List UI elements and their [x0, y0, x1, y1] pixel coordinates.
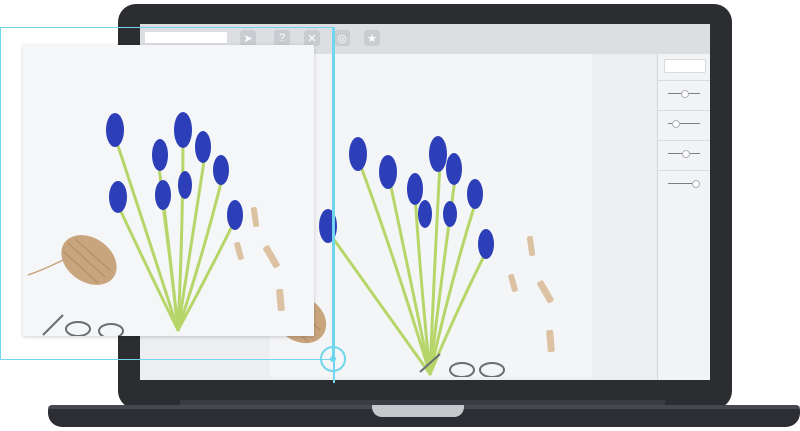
cursor-dot [330, 356, 336, 362]
slider-knob[interactable] [672, 120, 680, 128]
slider-row[interactable] [658, 80, 710, 106]
laptop-notch [372, 405, 464, 417]
slider-row[interactable] [658, 110, 710, 136]
property-field[interactable] [664, 59, 706, 73]
star-icon[interactable]: ★ [364, 30, 380, 46]
properties-panel [657, 54, 710, 380]
slider-knob[interactable] [681, 90, 689, 98]
slider-row[interactable] [658, 170, 710, 196]
settings-icon[interactable]: ◎ [334, 30, 350, 46]
crosshair-line [333, 27, 335, 383]
slider-row[interactable] [658, 140, 710, 166]
slider-knob[interactable] [682, 150, 690, 158]
slider-knob[interactable] [692, 180, 700, 188]
zoomed-flower-photo [23, 45, 314, 336]
zoom-preview [23, 45, 314, 336]
